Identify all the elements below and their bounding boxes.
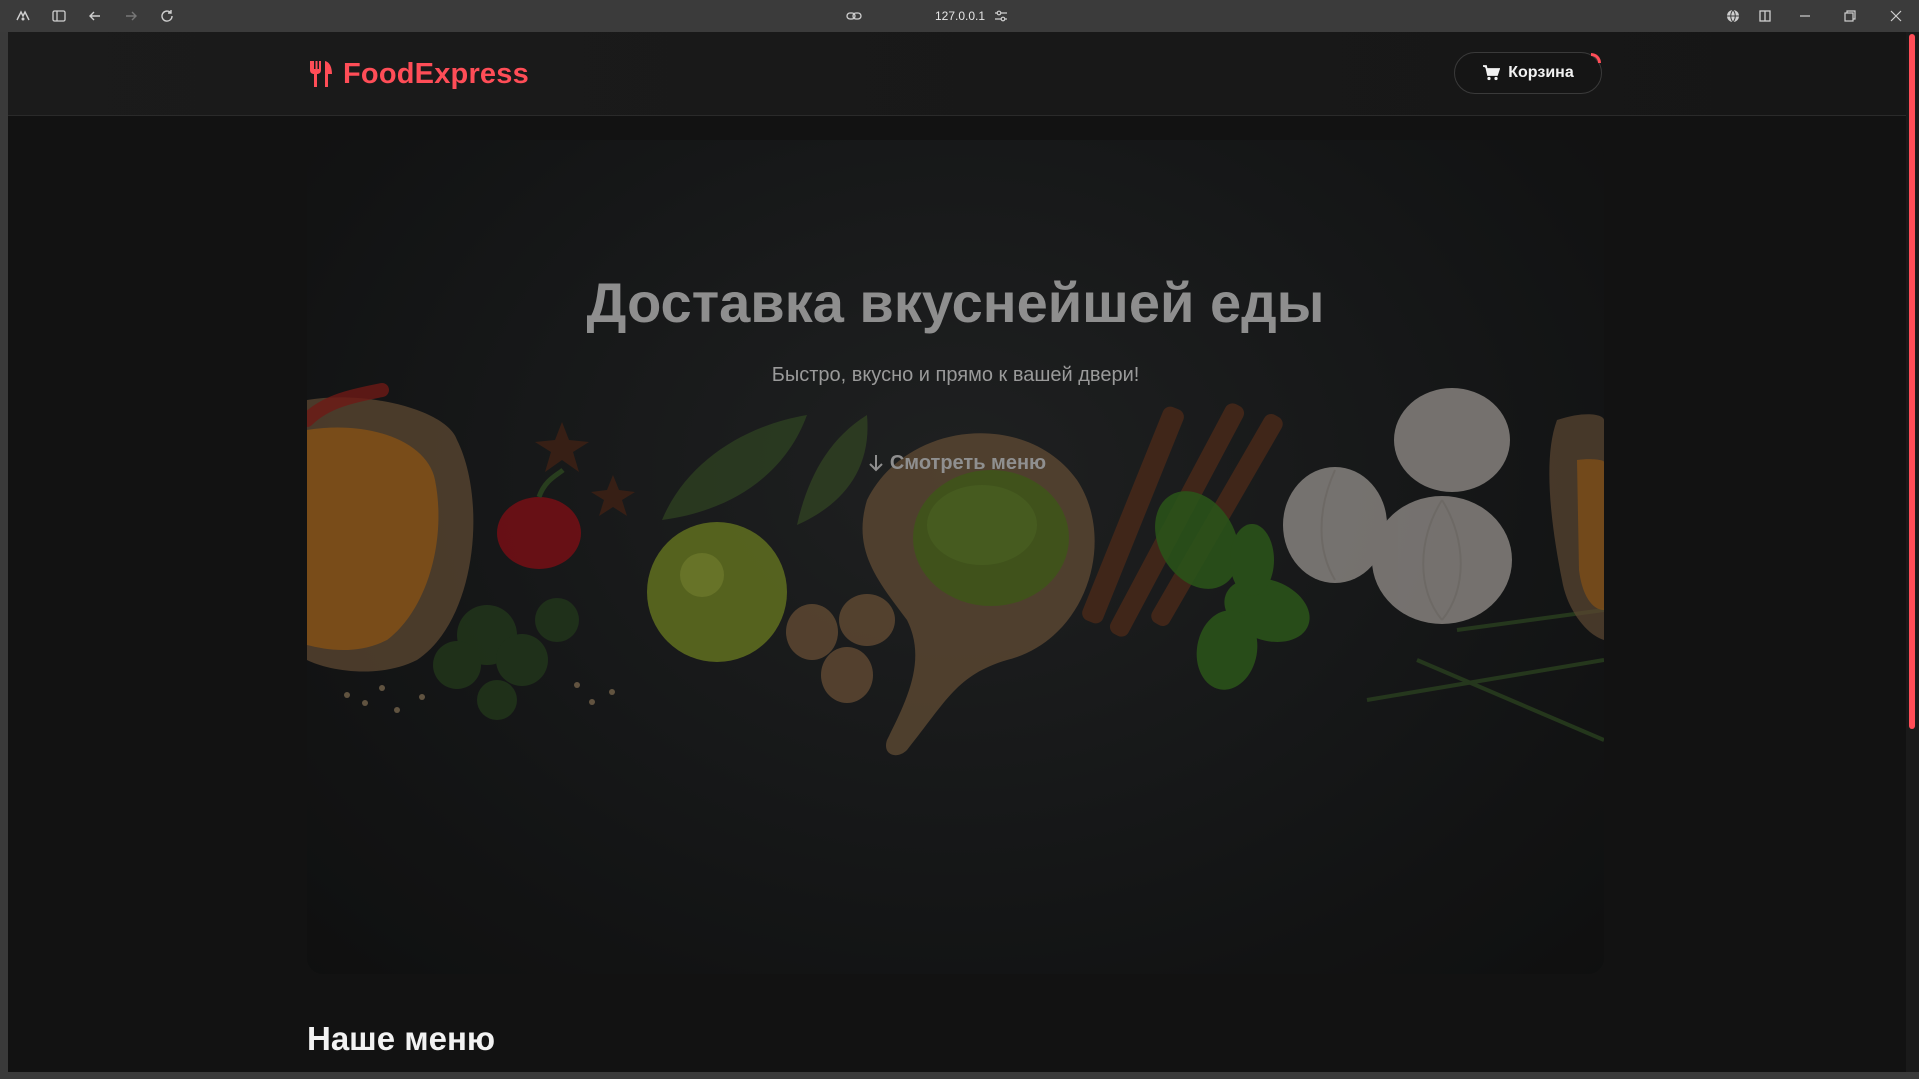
logo-text: FoodExpress: [343, 57, 529, 90]
view-menu-button[interactable]: Смотреть меню: [852, 446, 1062, 480]
site-header: FoodExpress Корзина: [8, 32, 1906, 116]
restore-icon[interactable]: [1838, 4, 1862, 28]
cart-button[interactable]: Корзина: [1454, 52, 1602, 94]
site-settings-icon[interactable]: [992, 8, 1010, 24]
hero-banner: Доставка вкуснейшей еды Быстро, вкусно и…: [307, 140, 1604, 974]
back-arrow-icon[interactable]: [83, 4, 107, 28]
minimize-icon[interactable]: [1793, 4, 1817, 28]
site-logo[interactable]: FoodExpress: [307, 56, 529, 92]
browser-titlebar: 127.0.0.1: [0, 0, 1919, 32]
arrow-down-icon: [869, 455, 883, 472]
close-icon[interactable]: [1884, 4, 1908, 28]
scrollbar-thumb[interactable]: [1909, 34, 1915, 729]
hero-overlay: [307, 140, 1604, 974]
forward-arrow-icon[interactable]: [119, 4, 143, 28]
hero-subtitle: Быстро, вкусно и прямо к вашей двери!: [771, 364, 1140, 386]
globe-icon[interactable]: [1721, 4, 1745, 28]
address-bar[interactable]: 127.0.0.1: [880, 0, 1040, 32]
view-menu-label: Смотреть меню: [889, 451, 1047, 474]
hero-title: Доставка вкуснейшей еды: [586, 271, 1325, 334]
cart-icon: [1483, 65, 1501, 81]
address-text: 127.0.0.1: [934, 9, 986, 23]
fork-knife-icon: [307, 59, 335, 89]
page-viewport: FoodExpress Корзина Доставка вкуснейшей …: [8, 32, 1906, 1072]
split-view-icon[interactable]: [1753, 4, 1777, 28]
link-icon[interactable]: [845, 8, 863, 24]
browser-app-icon[interactable]: [11, 4, 35, 28]
cart-indicator: [1591, 53, 1601, 63]
reload-icon[interactable]: [155, 4, 179, 28]
menu-section-title: Наше меню: [307, 1020, 496, 1057]
page-scrollbar[interactable]: [1906, 32, 1919, 1072]
cart-label: Корзина: [1508, 64, 1574, 81]
sidebar-toggle-icon[interactable]: [47, 4, 71, 28]
